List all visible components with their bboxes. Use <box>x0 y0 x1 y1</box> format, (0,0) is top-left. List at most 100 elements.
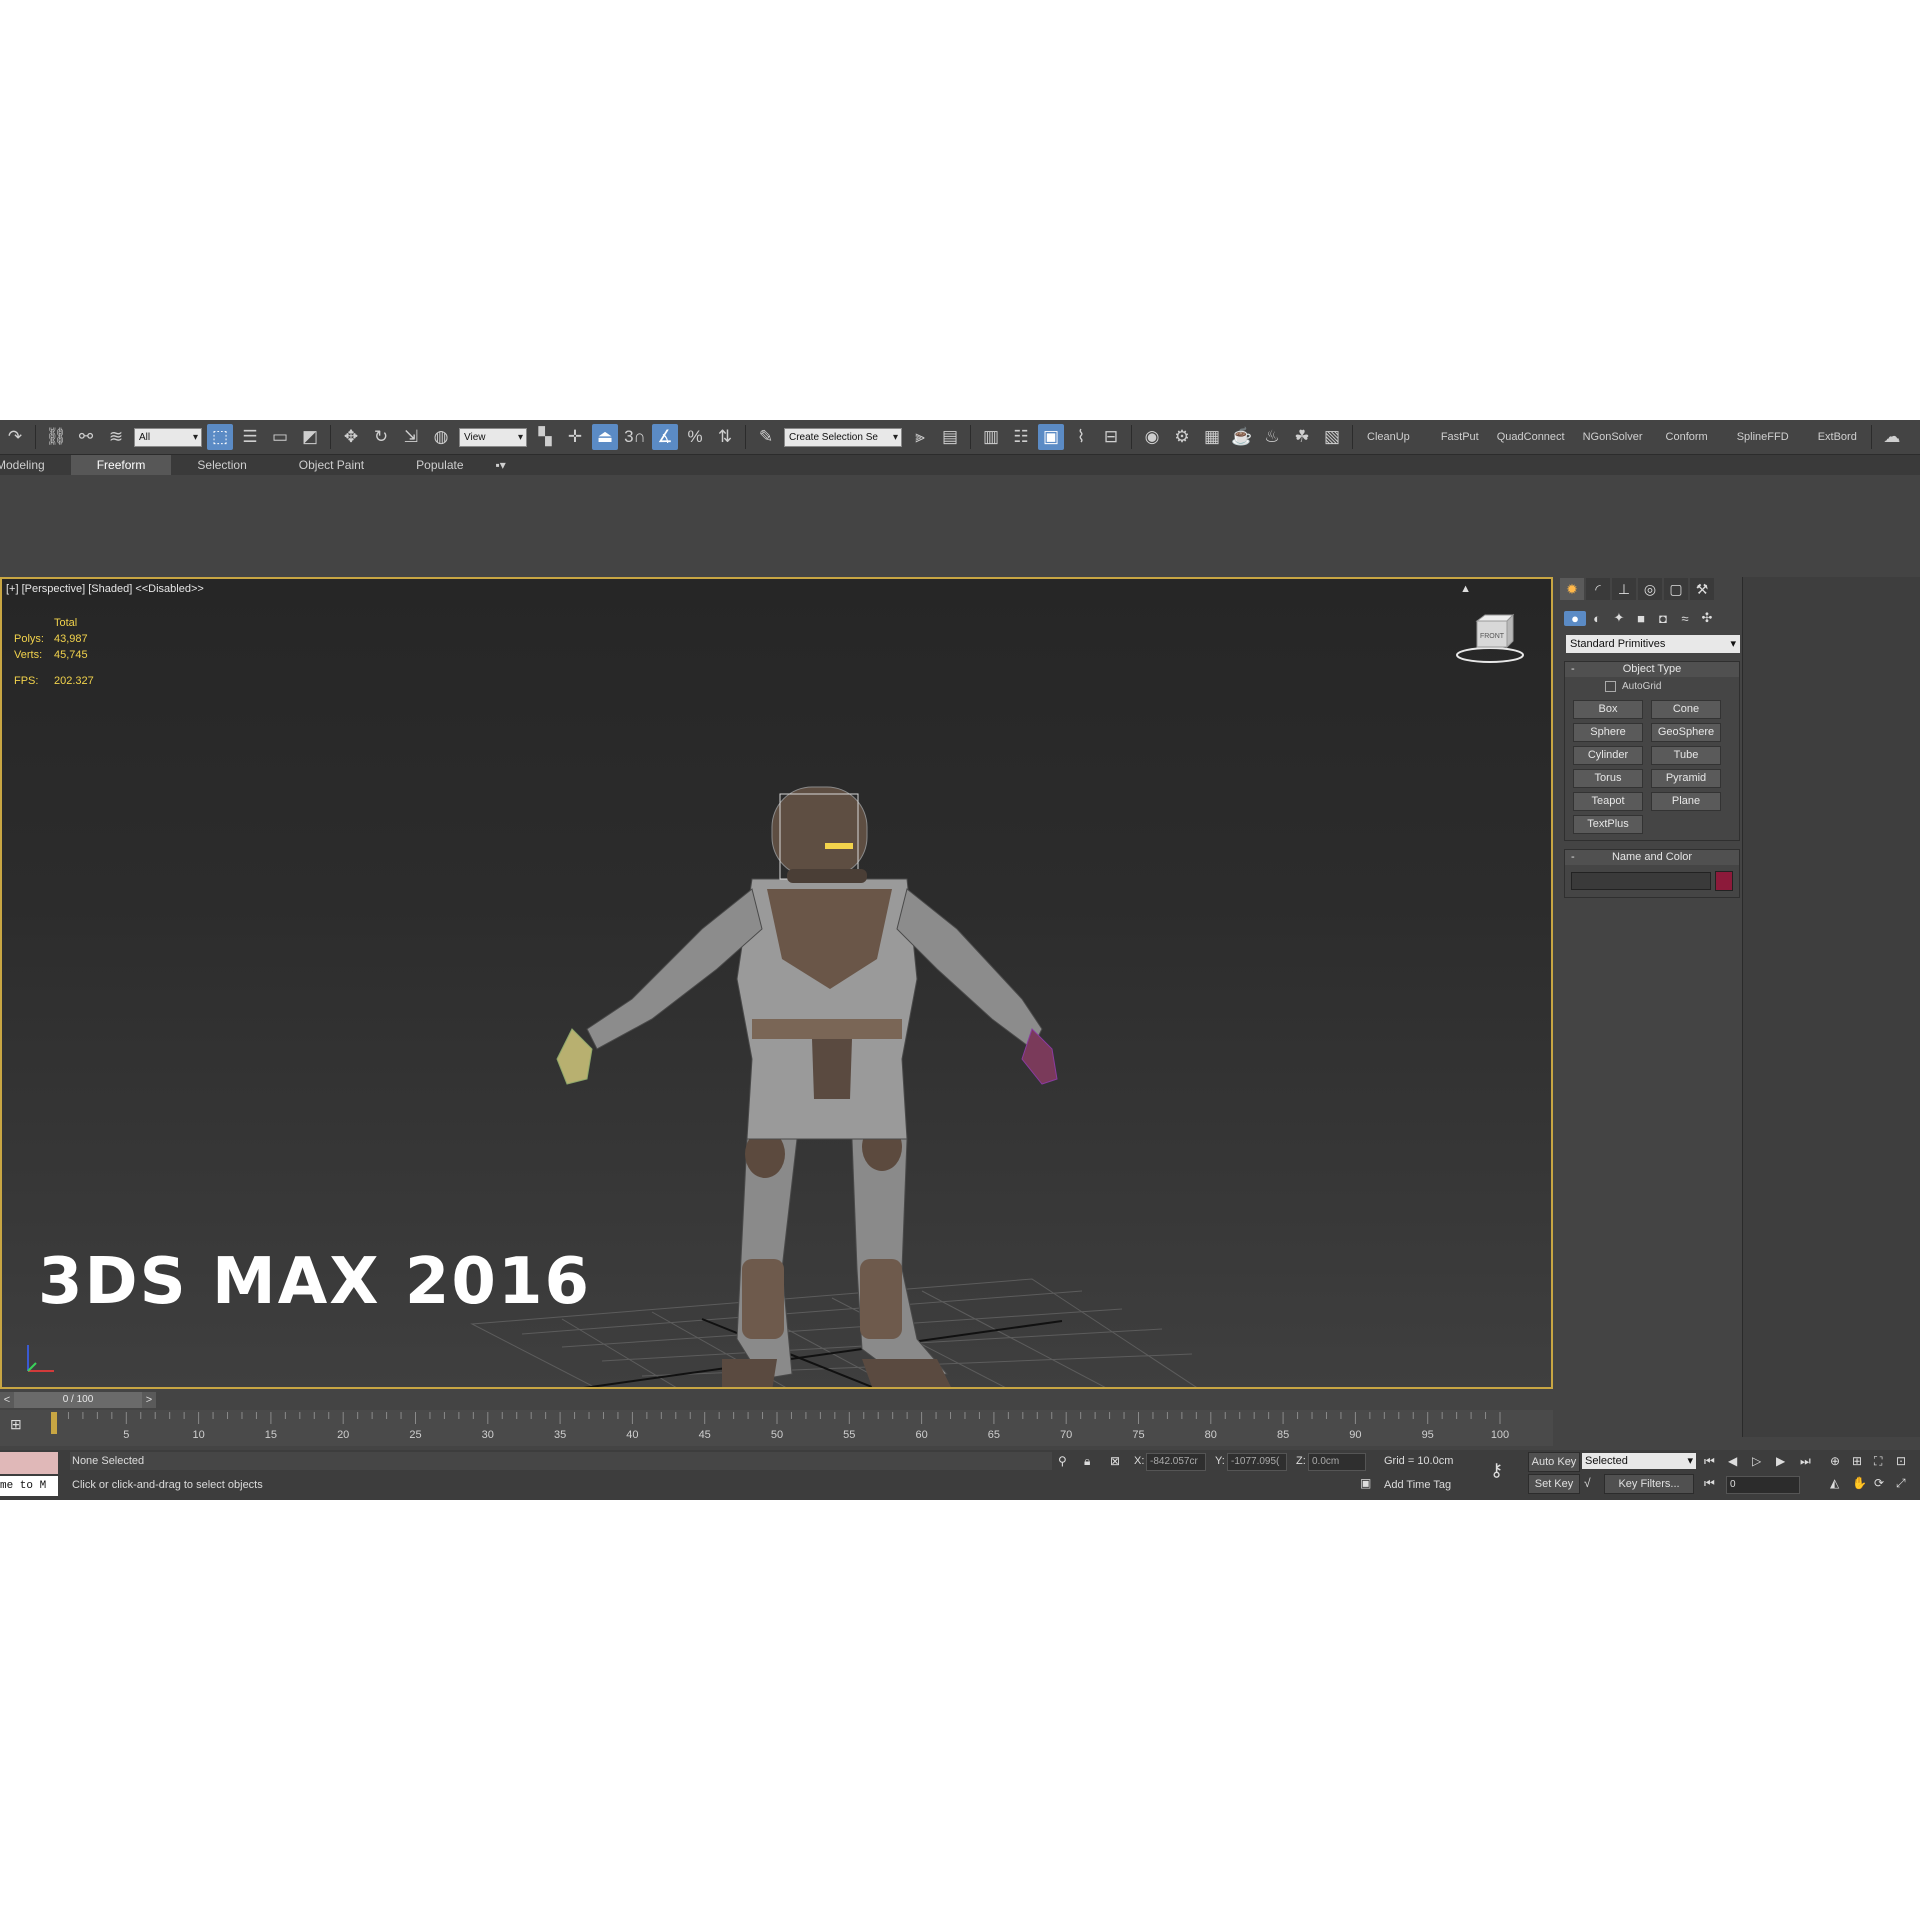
field-of-view-icon[interactable]: ◭ <box>1830 1476 1839 1490</box>
y-coord-field[interactable]: -1077.095( <box>1227 1453 1287 1471</box>
play-icon[interactable]: ▷ <box>1752 1454 1761 1468</box>
tab-selection[interactable]: Selection <box>171 455 272 475</box>
tab-modeling[interactable]: Modeling <box>0 455 71 475</box>
schematic-view-icon[interactable]: ⊟ <box>1098 424 1124 450</box>
select-by-name-icon[interactable]: ☰ <box>237 424 263 450</box>
percent-snap-icon[interactable]: % <box>682 424 708 450</box>
mirror-icon[interactable]: ⫸ <box>907 424 933 450</box>
zoom-all-icon[interactable]: ⊞ <box>1852 1454 1862 1468</box>
set-key-button[interactable]: Set Key <box>1528 1474 1580 1494</box>
layers-icon[interactable]: ☷ <box>1008 424 1034 450</box>
key-mode-dropdown[interactable]: Selected <box>1582 1453 1696 1469</box>
named-selection-dropdown[interactable]: Create Selection Se <box>784 427 902 447</box>
select-manipulate-icon[interactable]: ✛ <box>562 424 588 450</box>
absolute-mode-icon[interactable]: ⊠ <box>1110 1454 1120 1468</box>
reference-coord-dropdown[interactable]: View <box>459 427 527 447</box>
current-frame-marker[interactable] <box>51 1412 57 1434</box>
plugin-button-extbord[interactable]: ExtBord <box>1798 431 1866 443</box>
z-coord-field[interactable]: 0.0cm <box>1308 1453 1366 1471</box>
render-frame-icon[interactable]: ▦ <box>1199 424 1225 450</box>
utilities-tab-icon[interactable]: ⚒ <box>1690 578 1714 600</box>
pyramid-button[interactable]: Pyramid <box>1651 769 1721 788</box>
helpers-icon[interactable]: ◘ <box>1652 611 1674 626</box>
angle-snap-icon[interactable]: ∡ <box>652 424 678 450</box>
time-tag-icon[interactable]: ▣ <box>1360 1476 1371 1490</box>
plugin-button-cleanup[interactable]: CleanUp <box>1358 431 1419 443</box>
key-mode-toggle-icon[interactable]: ⏮ <box>1704 1476 1715 1491</box>
hierarchy-tab-icon[interactable]: ⊥ <box>1612 578 1636 600</box>
geometry-icon[interactable]: ● <box>1564 610 1586 626</box>
modify-tab-icon[interactable]: ◜ <box>1586 578 1610 600</box>
rotate-icon[interactable]: ↻ <box>368 424 394 450</box>
systems-icon[interactable]: ✣ <box>1696 610 1718 626</box>
plugin-button-splineffd[interactable]: SplineFFD <box>1717 431 1798 443</box>
ribbon-toggle-icon[interactable]: ▣ <box>1038 424 1064 450</box>
plugin-button-ngonsolver[interactable]: NGonSolver <box>1574 431 1652 443</box>
pan-view-icon[interactable]: ✋ <box>1852 1476 1867 1490</box>
space-warps-icon[interactable]: ≈ <box>1674 611 1696 626</box>
name-and-color-header[interactable]: Name and Color <box>1565 850 1739 865</box>
scale-icon[interactable]: ⇲ <box>398 424 424 450</box>
create-tab-icon[interactable]: ✹ <box>1560 578 1584 600</box>
time-slider-prev-icon[interactable]: < <box>0 1392 14 1408</box>
render-in-cloud-icon[interactable]: ▧ <box>1319 424 1345 450</box>
goto-end-icon[interactable]: ⏭ <box>1800 1454 1811 1469</box>
placement-icon[interactable]: ◍ <box>428 424 454 450</box>
selection-lock-icon[interactable]: 🔒︎ <box>1084 1454 1090 1469</box>
layer-explorer-icon[interactable]: ▥ <box>978 424 1004 450</box>
pivot-center-icon[interactable]: ▚ <box>532 424 558 450</box>
cameras-icon[interactable]: ■ <box>1630 611 1652 626</box>
plane-button[interactable]: Plane <box>1651 792 1721 811</box>
zoom-extents-icon[interactable]: ⛶ <box>1874 1454 1882 1469</box>
plugin-button-fastput[interactable]: FastPut <box>1419 431 1488 443</box>
time-slider-frame[interactable]: 0 / 100 <box>14 1392 142 1408</box>
bind-space-warp-icon[interactable]: ≋ <box>103 424 129 450</box>
box-button[interactable]: Box <box>1573 700 1643 719</box>
previous-frame-icon[interactable]: ◀ <box>1728 1454 1737 1468</box>
textplus-button[interactable]: TextPlus <box>1573 815 1643 834</box>
object-color-swatch[interactable] <box>1715 871 1733 891</box>
tab-populate[interactable]: Populate <box>390 455 489 475</box>
sphere-button[interactable]: Sphere <box>1573 723 1643 742</box>
tab-freeform[interactable]: Freeform <box>70 455 172 475</box>
maxscript-output[interactable]: me to M <box>0 1476 58 1496</box>
time-slider-next-icon[interactable]: > <box>142 1392 156 1408</box>
time-slider[interactable]: < 0 / 100 > <box>0 1392 156 1408</box>
curve-editor-icon[interactable]: ⌇ <box>1068 424 1094 450</box>
cylinder-button[interactable]: Cylinder <box>1573 746 1643 765</box>
key-filters-button[interactable]: Key Filters... <box>1604 1474 1694 1494</box>
perspective-viewport[interactable]: [+] [Perspective] [Shaded] <<Disabled>> … <box>0 577 1553 1389</box>
ribbon-options-icon[interactable]: ▪▾ <box>490 455 512 475</box>
redo-icon[interactable]: ↷ <box>2 424 28 450</box>
cone-button[interactable]: Cone <box>1651 700 1721 719</box>
selection-filter-dropdown[interactable]: All <box>134 427 202 447</box>
motion-tab-icon[interactable]: ◎ <box>1638 578 1662 600</box>
shapes-icon[interactable]: ◐ <box>1586 611 1608 626</box>
plugin-button-quadconnect[interactable]: QuadConnect <box>1488 431 1574 443</box>
zoom-icon[interactable]: ⊕ <box>1830 1454 1840 1468</box>
primitive-category-dropdown[interactable]: Standard Primitives <box>1566 635 1740 653</box>
add-time-tag[interactable]: Add Time Tag <box>1384 1476 1451 1494</box>
trackbar[interactable]: ⊞ 5 10 15 20 25 30 35 40 45 50 55 60 65 70 75 80 85 90 95 1… <box>0 1410 1553 1446</box>
window-crossing-icon[interactable]: ◩ <box>297 424 323 450</box>
render-active-shade-icon[interactable]: ☘ <box>1289 424 1315 450</box>
render-setup-icon[interactable]: ⚙ <box>1169 424 1195 450</box>
render-iterative-icon[interactable]: ♨ <box>1259 424 1285 450</box>
unlink-icon[interactable]: ⚯ <box>73 424 99 450</box>
snaps-toggle-icon[interactable]: 3 ∩ <box>622 424 648 450</box>
viewport-label-menu[interactable]: [+] [Perspective] [Shaded] <<Disabled>> <box>6 583 204 595</box>
maximize-viewport-icon[interactable]: ⤢ <box>1896 1476 1906 1491</box>
render-teapot-icon[interactable]: ☕ <box>1229 424 1255 450</box>
key-icon[interactable]: ⚷ <box>1490 1460 1503 1481</box>
maxscript-listener-input[interactable] <box>0 1452 58 1474</box>
current-frame-field[interactable]: 0 <box>1726 1476 1800 1494</box>
tube-button[interactable]: Tube <box>1651 746 1721 765</box>
tab-object-paint[interactable]: Object Paint <box>273 455 390 475</box>
edit-named-selection-icon[interactable]: ✎ <box>753 424 779 450</box>
plugin-button-conform[interactable]: Conform <box>1652 431 1717 443</box>
autogrid-checkbox[interactable]: AutoGrid <box>1565 677 1739 694</box>
goto-start-icon[interactable]: ⏮ <box>1704 1454 1715 1469</box>
object-type-header[interactable]: Object Type <box>1565 662 1739 677</box>
rectangular-selection-icon[interactable]: ▭ <box>267 424 293 450</box>
tangent-icon[interactable]: √ <box>1584 1476 1591 1490</box>
